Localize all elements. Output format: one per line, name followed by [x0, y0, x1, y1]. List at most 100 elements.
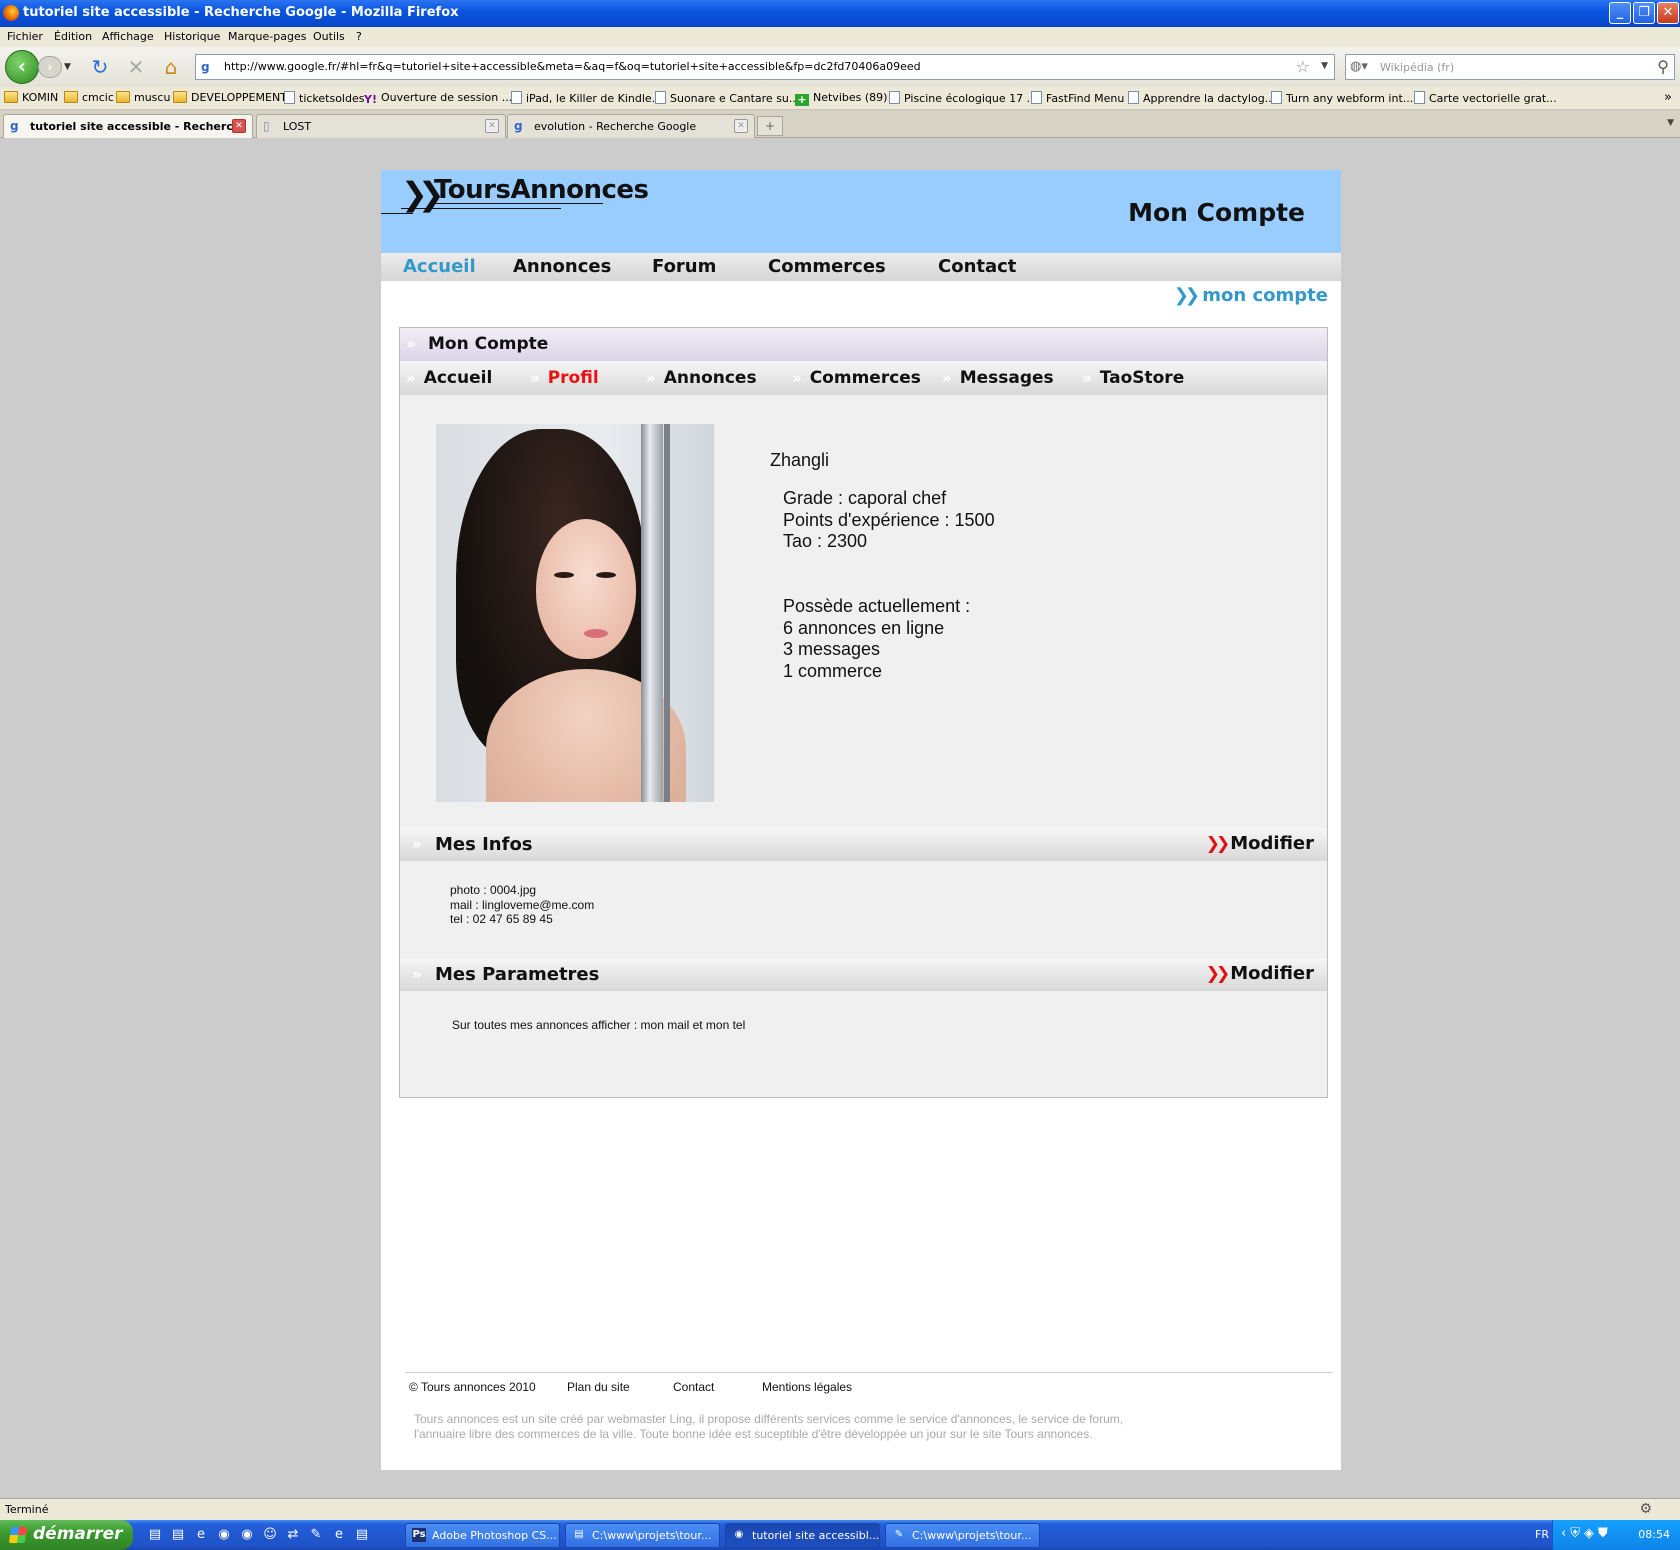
page-icon	[889, 91, 900, 104]
messenger-icon[interactable]: ☺	[262, 1527, 278, 1543]
bookmark-item[interactable]: KOMIN	[4, 91, 58, 104]
bookmark-item[interactable]: Apprendre la dactylog...	[1128, 91, 1275, 105]
firefox-icon[interactable]: ◉	[239, 1527, 255, 1543]
nav-forum[interactable]: Forum	[652, 256, 716, 277]
search-icon[interactable]: ⚲	[1657, 57, 1669, 76]
profile-stats: Grade : caporal chef Points d'expérience…	[783, 488, 995, 553]
infos-section-header: » Mes Infos ❯❯ Modifier	[400, 828, 1327, 861]
back-button[interactable]: ‹	[5, 50, 39, 84]
subnav-commerces[interactable]: » Commerces	[792, 368, 921, 388]
breadcrumb[interactable]: ❯❯ mon compte	[1174, 285, 1328, 306]
bookmark-star-icon[interactable]: ☆	[1296, 57, 1310, 76]
profile-possessions: Possède actuellement : 6 annonces en lig…	[783, 596, 970, 682]
task-photoshop[interactable]: Ps Adobe Photoshop CS...	[405, 1523, 560, 1548]
close-button[interactable]: ✕	[1657, 2, 1679, 24]
params-modify-link[interactable]: ❯❯ Modifier	[1206, 963, 1314, 984]
google-icon: g	[10, 119, 19, 133]
google-icon: g	[514, 119, 523, 133]
tray-icons[interactable]: ‹⛨◈⛊	[1561, 1526, 1612, 1541]
tab-close-icon[interactable]: ✕	[734, 119, 748, 133]
bookmark-item[interactable]: cmcic	[64, 91, 114, 104]
bookmark-item[interactable]: FastFind Menu	[1031, 91, 1124, 105]
folder-icon	[173, 91, 187, 103]
breadcrumb-label: mon compte	[1202, 285, 1328, 306]
subnav-profil[interactable]: » Profil	[530, 368, 599, 388]
site-logo[interactable]: ToursAnnonces	[434, 175, 649, 205]
bookmark-item[interactable]: + Netvibes (89)	[795, 91, 887, 106]
bookmark-item[interactable]: iPad, le Killer de Kindle...	[511, 91, 662, 105]
task-firefox[interactable]: ◉ tutoriel site accessibl...	[725, 1523, 880, 1548]
possessions-commerce: 1 commerce	[783, 660, 883, 681]
tab-close-icon[interactable]: ✕	[232, 119, 246, 133]
infos-title: Mes Infos	[435, 834, 533, 855]
new-tab-button[interactable]: +	[757, 116, 783, 136]
url-dropdown-icon[interactable]: ▼	[1321, 61, 1328, 71]
menu-help[interactable]: ?	[356, 30, 362, 43]
chrome-icon[interactable]: ◉	[216, 1527, 232, 1543]
menu-affichage[interactable]: Affichage	[102, 30, 154, 43]
bookmark-item[interactable]: Turn any webform int...	[1271, 91, 1413, 105]
tool-icon[interactable]: ✎	[308, 1527, 324, 1543]
nav-annonces[interactable]: Annonces	[513, 256, 611, 277]
subnav-accueil[interactable]: » Accueil	[406, 368, 492, 388]
url-bar[interactable]: g http://www.google.fr/#hl=fr&q=tutoriel…	[195, 54, 1335, 80]
nav-contact[interactable]: Contact	[938, 256, 1016, 277]
minimize-button[interactable]: _	[1609, 2, 1631, 24]
footer-copyright: © Tours annonces 2010	[409, 1380, 536, 1394]
bookmarks-overflow-icon[interactable]: »	[1664, 90, 1672, 105]
menu-outils[interactable]: Outils	[313, 30, 345, 43]
footer-mentions-legales[interactable]: Mentions légales	[762, 1380, 852, 1394]
nav-commerces[interactable]: Commerces	[768, 256, 886, 277]
addon-bar-icon[interactable]: ⚙	[1639, 1501, 1652, 1517]
bookmark-item[interactable]: ticketsoldes	[284, 91, 364, 105]
start-button[interactable]: démarrer	[0, 1520, 133, 1550]
bookmark-item[interactable]: Y! Ouverture de session ...	[364, 91, 512, 106]
account-panel: » Mon Compte » Accueil » Profil » Annonces …	[399, 327, 1328, 1098]
tab-list-icon[interactable]: ▼	[1667, 118, 1674, 128]
folder-icon[interactable]: ▤	[147, 1527, 163, 1543]
ie-icon[interactable]: e	[193, 1527, 209, 1543]
photoshop-icon: Ps	[412, 1528, 426, 1542]
clock: 08:54	[1638, 1528, 1670, 1541]
forward-button[interactable]: ›	[38, 56, 62, 78]
task-notepad[interactable]: ✎ C:\www\projets\tour...	[885, 1523, 1040, 1548]
bookmark-item[interactable]: Carte vectorielle grat...	[1414, 91, 1557, 105]
menu-fichier[interactable]: Fichier	[7, 30, 43, 43]
bookmark-item[interactable]: Suonare e Cantare su...	[655, 91, 799, 105]
tab-close-icon[interactable]: ✕	[485, 119, 499, 133]
bookmark-item[interactable]: muscu	[116, 91, 170, 104]
nav-accueil[interactable]: Accueil	[403, 256, 476, 277]
chevron-right-icon: »	[406, 369, 416, 387]
reload-icon[interactable]: ↻	[88, 55, 112, 79]
menu-historique[interactable]: Historique	[164, 30, 220, 43]
bookmark-item[interactable]: DEVELOPPEMENT	[173, 91, 287, 104]
task-explorer[interactable]: ▤ C:\www\projets\tour...	[565, 1523, 720, 1548]
ie-icon[interactable]: e	[331, 1527, 347, 1543]
page-icon	[655, 91, 666, 104]
tab-lost[interactable]: ▯ LOST ✕	[256, 114, 506, 138]
folder-icon[interactable]: ▤	[170, 1527, 186, 1543]
restore-button[interactable]: ❐	[1633, 2, 1655, 24]
tab-tutoriel[interactable]: g tutoriel site accessible - Recherc... …	[3, 114, 253, 138]
page-icon	[511, 91, 522, 104]
bookmark-item[interactable]: Piscine écologique 17 ...	[889, 91, 1037, 105]
subnav-messages[interactable]: » Messages	[942, 368, 1054, 388]
search-input[interactable]: Wikipédia (fr)	[1380, 61, 1454, 74]
language-indicator[interactable]: FR	[1535, 1528, 1549, 1541]
tab-evolution[interactable]: g evolution - Recherche Google ✕	[507, 114, 755, 138]
menu-edition[interactable]: Édition	[54, 30, 92, 43]
history-dropdown-icon[interactable]: ▼	[64, 62, 71, 72]
url-text[interactable]: http://www.google.fr/#hl=fr&q=tutoriel+s…	[224, 60, 921, 73]
home-icon[interactable]: ⌂	[159, 55, 183, 79]
footer-plan-du-site[interactable]: Plan du site	[567, 1380, 630, 1394]
network-icon[interactable]: ⇄	[285, 1527, 301, 1543]
wikipedia-engine-icon[interactable]: ◍▾	[1350, 59, 1368, 74]
subnav-annonces[interactable]: » Annonces	[646, 368, 757, 388]
folder-icon[interactable]: ▤	[354, 1527, 370, 1543]
menu-marque-pages[interactable]: Marque-pages	[228, 30, 306, 43]
footer-contact[interactable]: Contact	[673, 1380, 714, 1394]
search-bar[interactable]: ◍▾ Wikipédia (fr) ⚲	[1345, 54, 1675, 80]
infos-modify-link[interactable]: ❯❯ Modifier	[1206, 833, 1314, 854]
subnav-taostore[interactable]: » TaoStore	[1082, 368, 1184, 388]
stop-icon[interactable]: ✕	[124, 55, 148, 79]
